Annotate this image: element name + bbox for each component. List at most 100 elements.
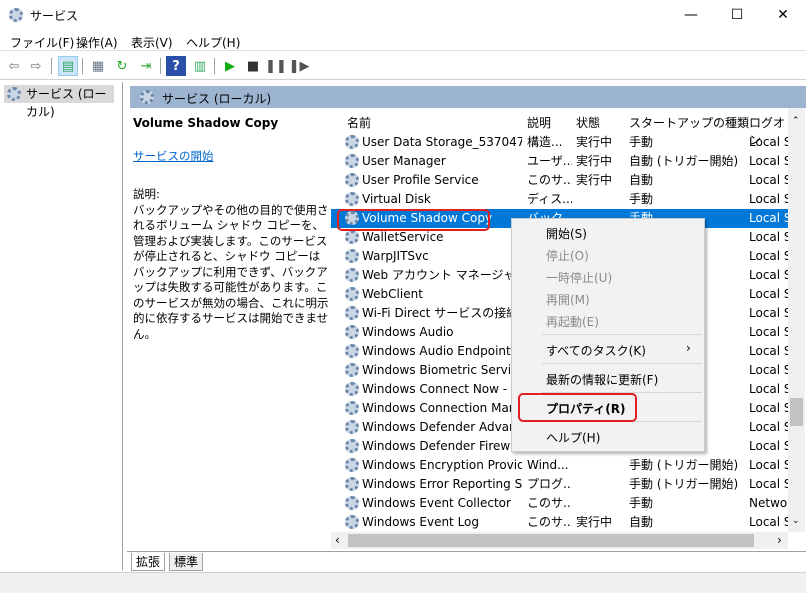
service-logon: Local S [749,344,788,358]
gear-icon [345,249,359,263]
service-logon: Local S [749,154,788,168]
gear-icon [345,458,359,472]
column-description[interactable]: 説明 [527,114,551,131]
console-tree-icon[interactable]: ▤ [58,56,78,76]
service-name: Windows Event Collector [362,496,511,510]
tree-item-services-local[interactable]: サービス (ローカル) [4,85,114,119]
service-row[interactable]: User Profile Service このサ... 実行中 自動 Local S [331,171,788,190]
service-row[interactable]: Windows Event Log このサ... 実行中 自動 Local S [331,513,788,532]
menu-item-restart: 再起動(E) [546,315,599,329]
service-row[interactable]: User Data Storage_5370472 構造... 実行中 手動 Local… [331,133,788,152]
service-name: Volume Shadow Copy [133,116,279,130]
menu-item-resume: 再開(M) [546,293,590,307]
service-row[interactable]: Virtual Disk ディス... 手動 Local S [331,190,788,209]
service-logon: Local S [749,268,788,282]
stop-icon[interactable]: ■ [243,56,263,76]
service-name: User Profile Service [362,173,479,187]
service-startup-type: 手動 [629,496,654,510]
service-logon: Local S [749,382,788,396]
scroll-down-icon[interactable]: ⌄ [792,516,800,526]
service-row[interactable]: Windows Error Reporting Se... プログ... 手動 (ト… [331,475,788,494]
menu-item-refresh[interactable]: 最新の情報に更新(F) [546,371,658,388]
gear-icon [345,192,359,206]
export-icon[interactable]: ⇥ [136,56,156,76]
back-icon[interactable]: ⇦ [4,56,24,76]
service-name: Windows Event Log [362,515,480,529]
service-row[interactable]: User Manager ユーザ... 実行中 自動 (トリガー開始) Local S [331,152,788,171]
help-icon[interactable]: ? [166,56,186,76]
tab-standard[interactable]: 標準 [169,553,204,571]
service-name: Windows Encryption Provid... [362,458,522,472]
properties-icon[interactable]: ▦ [88,56,108,76]
gear-icon [345,515,359,529]
tab-extended[interactable]: 拡張 [131,553,166,571]
service-name: Windows Defender Firewall [362,439,522,453]
scroll-thumb[interactable] [790,398,803,426]
gear-icon [345,344,359,358]
column-startup-type[interactable]: スタートアップの種類 [629,114,749,131]
restart-icon[interactable]: ❚▶ [289,56,310,76]
menu-item-all-tasks[interactable]: すべてのタスク(K) [546,342,646,359]
menu-item-start[interactable]: 開始(S) [546,225,587,242]
service-logon: Local S [749,306,788,320]
start-service-link[interactable]: サービスの開始 [133,149,333,165]
service-logon: Local S [749,363,788,377]
status-bar [0,572,806,593]
gear-icon [345,154,359,168]
gear-icon [345,401,359,415]
service-logon: Local S [749,325,788,339]
submenu-arrow-icon: › [686,341,691,355]
service-name: Windows Biometric Service [362,363,522,377]
minimize-button[interactable]: — [668,0,714,30]
pane-header: サービス (ローカル) [130,86,806,108]
menu-file[interactable]: ファイル(F) [10,34,74,51]
service-description: Wind... [527,458,569,472]
start-icon[interactable]: ▶ [220,56,240,76]
service-row[interactable]: Windows Event Collector このサ... 手動 Networ [331,494,788,513]
maximize-button[interactable]: ☐ [714,0,760,30]
horizontal-scrollbar[interactable]: ‹ › [331,532,788,549]
service-description: 構造... [527,135,563,149]
service-row[interactable]: Windows Encryption Provid... Wind... 手動 (ト… [331,456,788,475]
service-logon: Local S [749,173,788,187]
close-button[interactable]: ✕ [760,0,806,30]
vertical-scrollbar[interactable]: ⌃ ⌄ [788,108,805,532]
service-logon: Local S [749,230,788,244]
menu-item-help[interactable]: ヘルプ(H) [546,429,600,446]
gear-icon [345,496,359,510]
menu-bar: ファイル(F) 操作(A) 表示(V) ヘルプ(H) [0,31,806,51]
service-logon: Local S [749,192,788,206]
scroll-right-icon[interactable]: › [777,533,782,547]
service-logon: Local S [749,477,788,491]
service-logon: Local S [749,287,788,301]
service-logon: Local S [749,515,788,529]
service-description: ユーザ... [527,154,572,168]
menu-help[interactable]: ヘルプ(H) [186,34,240,51]
show-pane-icon[interactable]: ▥ [190,56,210,76]
service-description: プログ... [527,477,572,491]
service-name: Windows Audio Endpoint B... [362,344,522,358]
column-name[interactable]: 名前 [347,114,371,131]
service-name: Windows Audio [362,325,454,339]
service-name: Wi-Fi Direct サービスの接続マ... [362,306,522,320]
service-name: WebClient [362,287,423,301]
service-name: User Manager [362,154,446,168]
service-startup-type: 手動 [629,192,654,206]
menu-action[interactable]: 操作(A) [76,34,118,51]
service-name: User Data Storage_5370472 [362,135,522,149]
scroll-up-icon[interactable]: ⌃ [792,116,800,126]
service-startup-type: 自動 [629,173,654,187]
forward-icon[interactable]: ⇨ [26,56,46,76]
refresh-icon[interactable]: ↻ [112,56,132,76]
service-logon: Local S [749,439,788,453]
column-status[interactable]: 状態 [576,114,600,131]
scroll-thumb-horizontal[interactable] [348,534,754,547]
service-name: Windows Connection Mana... [362,401,522,415]
scroll-left-icon[interactable]: ‹ [335,533,340,547]
pause-icon[interactable]: ❚❚ [265,56,287,76]
service-status: 実行中 [576,135,613,149]
highlight-properties [518,393,637,422]
service-logon: Local S [749,249,788,263]
menu-view[interactable]: 表示(V) [131,34,173,51]
menu-item-stop: 停止(O) [546,249,589,263]
